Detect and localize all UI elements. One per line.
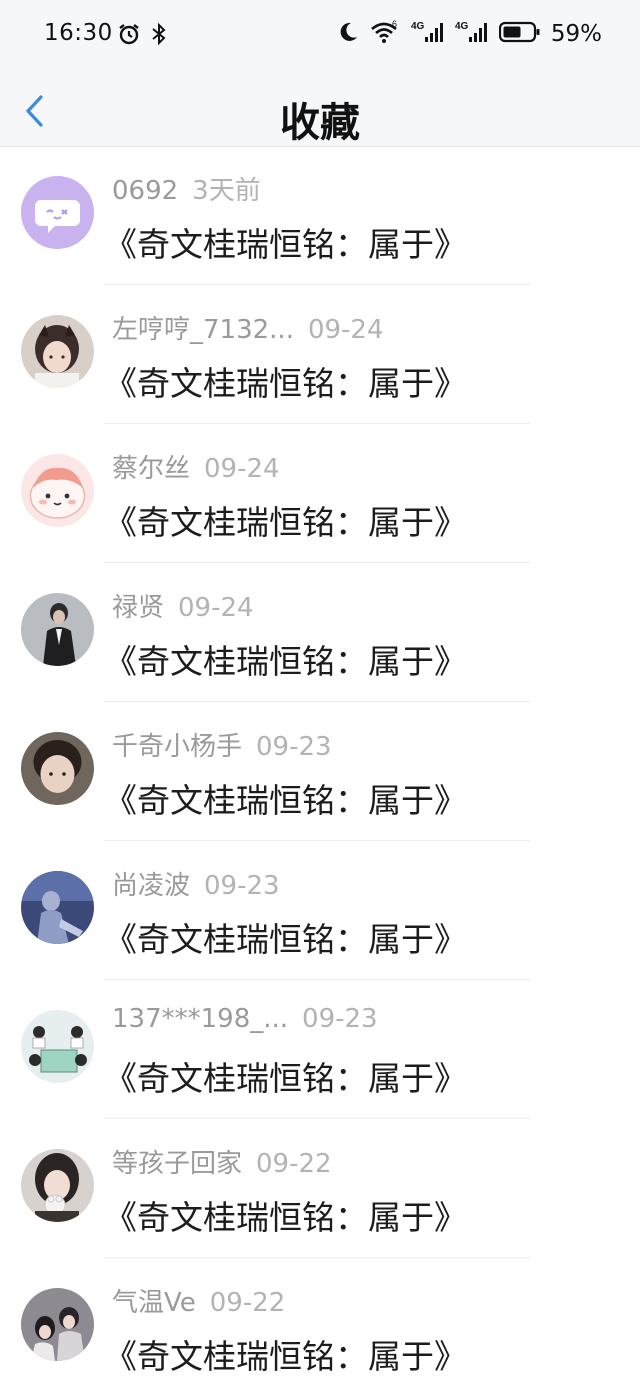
username[interactable]: 0692	[112, 176, 178, 206]
item-title[interactable]: 《奇文桂瑞恒铭：属于》	[104, 1330, 467, 1378]
signal-icon-2: 4G	[455, 20, 489, 48]
moon-icon	[337, 21, 359, 47]
username[interactable]: 左哼哼_7132...	[112, 315, 294, 345]
status-time: 16:30	[44, 20, 113, 46]
user-photo-avatar[interactable]	[21, 1288, 94, 1361]
user-photo-avatar[interactable]	[21, 593, 94, 666]
item-meta: 气温Ve 09-22	[112, 1282, 285, 1319]
svg-text:6: 6	[392, 20, 397, 29]
list-item[interactable]: 137***198_... 09-23 《奇文桂瑞恒铭：属于》	[0, 980, 640, 1119]
favorites-list: 0692 3天前 《奇文桂瑞恒铭：属于》 左哼哼_7132... 09-24 《奇文…	[0, 146, 640, 1397]
item-title[interactable]: 《奇文桂瑞恒铭：属于》	[104, 496, 467, 544]
item-date: 09-24	[178, 593, 254, 623]
top-header: 16:30 6 4G 4G 59% 收藏	[0, 0, 640, 147]
item-title[interactable]: 《奇文桂瑞恒铭：属于》	[104, 1052, 467, 1100]
username[interactable]: 禄贤	[112, 593, 164, 623]
bluetooth-icon	[151, 22, 167, 50]
svg-text:4G: 4G	[455, 21, 469, 32]
item-title[interactable]: 《奇文桂瑞恒铭：属于》	[104, 913, 467, 961]
item-title[interactable]: 《奇文桂瑞恒铭：属于》	[104, 774, 467, 822]
item-date: 09-22	[256, 1149, 332, 1179]
wifi-icon: 6	[369, 19, 401, 48]
illustration-avatar[interactable]	[21, 1010, 94, 1083]
item-meta: 尚凌波 09-23	[112, 865, 280, 902]
item-title[interactable]: 《奇文桂瑞恒铭：属于》	[104, 1191, 467, 1239]
item-meta: 左哼哼_7132... 09-24	[112, 309, 384, 346]
list-item[interactable]: 气温Ve 09-22 《奇文桂瑞恒铭：属于》	[0, 1258, 640, 1397]
username[interactable]: 蔡尔丝	[112, 454, 190, 484]
item-title[interactable]: 《奇文桂瑞恒铭：属于》	[104, 357, 467, 405]
nav-bar: 收藏	[0, 80, 640, 146]
item-date: 09-23	[256, 732, 332, 762]
user-photo-avatar[interactable]	[21, 315, 94, 388]
item-meta: 0692 3天前	[112, 170, 261, 207]
item-date: 09-23	[302, 1004, 378, 1034]
item-title[interactable]: 《奇文桂瑞恒铭：属于》	[104, 218, 467, 266]
status-left-icons	[117, 22, 167, 50]
item-title[interactable]: 《奇文桂瑞恒铭：属于》	[104, 635, 467, 683]
item-meta: 等孩子回家 09-22	[112, 1143, 332, 1180]
battery-percent: 59%	[550, 21, 602, 47]
alarm-icon	[117, 22, 141, 50]
username[interactable]: 等孩子回家	[112, 1149, 242, 1179]
status-right-icons: 6 4G 4G 59%	[337, 19, 602, 48]
list-item[interactable]: 0692 3天前 《奇文桂瑞恒铭：属于》	[0, 146, 640, 285]
chat-bubble-avatar[interactable]	[21, 176, 94, 249]
signal-icon-1: 4G	[411, 20, 445, 48]
cartoon-avatar[interactable]	[21, 454, 94, 527]
item-meta: 137***198_... 09-23	[112, 1004, 378, 1034]
user-photo-avatar[interactable]	[21, 1149, 94, 1222]
status-bar: 16:30 6 4G 4G 59%	[0, 0, 640, 70]
item-date: 09-24	[307, 315, 384, 345]
item-meta: 禄贤 09-24	[112, 587, 254, 624]
item-date: 09-24	[204, 454, 280, 484]
list-item[interactable]: 千奇小杨手 09-23 《奇文桂瑞恒铭：属于》	[0, 702, 640, 841]
username[interactable]: 千奇小杨手	[112, 732, 242, 762]
list-item[interactable]: 左哼哼_7132... 09-24 《奇文桂瑞恒铭：属于》	[0, 285, 640, 424]
user-photo-avatar[interactable]	[21, 871, 94, 944]
item-date: 3天前	[192, 176, 261, 206]
list-item[interactable]: 等孩子回家 09-22 《奇文桂瑞恒铭：属于》	[0, 1119, 640, 1258]
item-date: 09-23	[204, 871, 280, 901]
svg-text:4G: 4G	[411, 21, 425, 32]
item-meta: 千奇小杨手 09-23	[112, 726, 332, 763]
username[interactable]: 尚凌波	[112, 871, 190, 901]
item-date: 09-22	[209, 1288, 286, 1318]
battery-icon	[498, 21, 541, 47]
list-item[interactable]: 蔡尔丝 09-24 《奇文桂瑞恒铭：属于》	[0, 424, 640, 563]
page-title: 收藏	[280, 100, 360, 146]
user-photo-avatar[interactable]	[21, 732, 94, 805]
username[interactable]: 气温Ve	[112, 1288, 196, 1318]
username[interactable]: 137***198_...	[112, 1004, 288, 1034]
item-meta: 蔡尔丝 09-24	[112, 448, 280, 485]
list-item[interactable]: 禄贤 09-24 《奇文桂瑞恒铭：属于》	[0, 563, 640, 702]
list-item[interactable]: 尚凌波 09-23 《奇文桂瑞恒铭：属于》	[0, 841, 640, 980]
